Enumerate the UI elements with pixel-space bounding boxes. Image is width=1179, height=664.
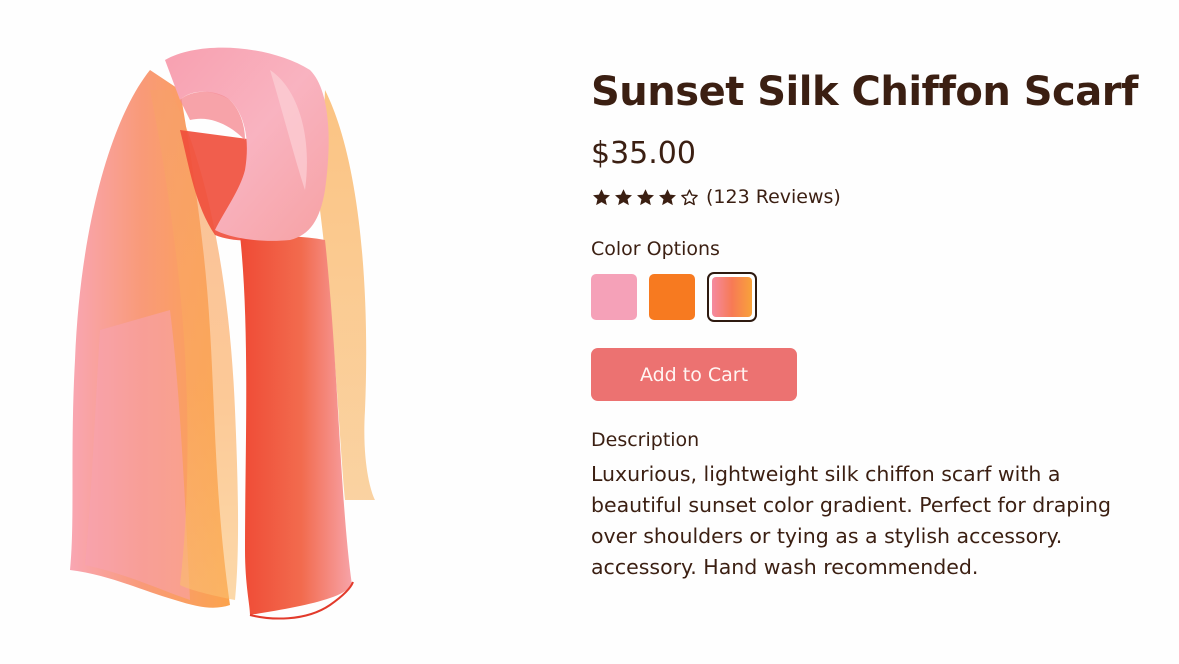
product-image [40, 30, 460, 640]
star-filled-icon [637, 188, 654, 205]
product-page: Sunset Silk Chiffon Scarf $35.00 (123 Re… [0, 0, 1179, 664]
description-label: Description [591, 429, 700, 451]
color-swatch-sunset-gradient[interactable] [707, 272, 757, 322]
scarf-image [70, 47, 375, 620]
color-swatch-pink[interactable] [591, 274, 637, 320]
color-swatches [591, 272, 1151, 322]
color-swatch-gradient-fill [712, 277, 752, 317]
star-empty-icon [681, 188, 698, 205]
star-filled-icon [659, 188, 676, 205]
product-rating: (123 Reviews) [591, 184, 1151, 210]
color-options-label: Color Options [591, 238, 720, 260]
add-to-cart-button[interactable]: Add to Cart [591, 348, 797, 401]
product-title: Sunset Silk Chiffon Scarf [591, 69, 1138, 115]
color-swatch-orange[interactable] [649, 274, 695, 320]
product-description: Luxurious, lightweight silk chiffon scar… [591, 462, 1111, 579]
product-details: Sunset Silk Chiffon Scarf $35.00 (123 Re… [591, 62, 1151, 583]
star-rating [591, 187, 700, 208]
star-filled-icon [593, 188, 610, 205]
star-filled-icon [615, 188, 632, 205]
review-count[interactable]: (123 Reviews) [706, 184, 841, 210]
product-price: $35.00 [591, 136, 696, 171]
